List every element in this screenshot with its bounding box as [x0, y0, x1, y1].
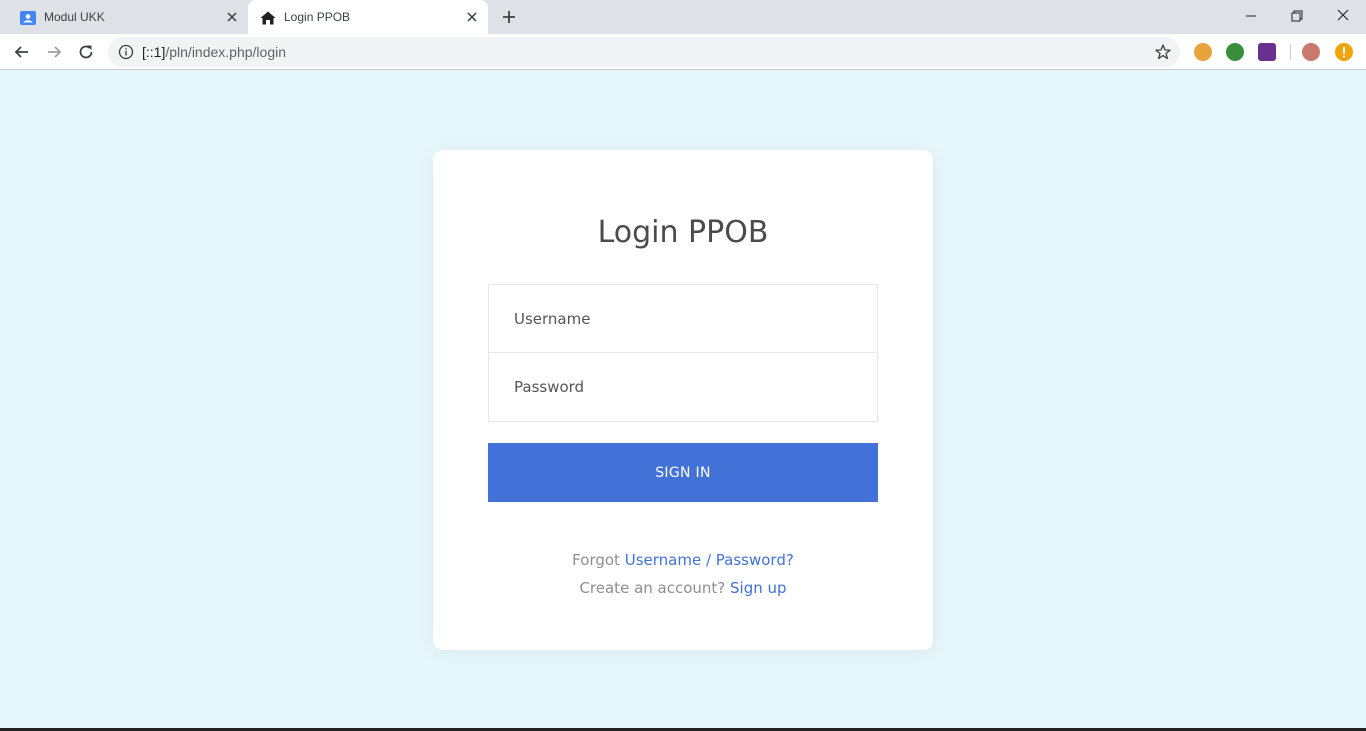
- tab-title: Login PPOB: [284, 10, 351, 24]
- sign-in-button[interactable]: SIGN IN: [488, 443, 878, 502]
- info-icon[interactable]: [118, 44, 134, 60]
- forgot-prefix: Forgot: [572, 551, 620, 569]
- username-input[interactable]: [489, 285, 877, 352]
- extension-icon[interactable]: [1258, 43, 1276, 61]
- close-icon[interactable]: [224, 9, 240, 25]
- bookmark-star-icon[interactable]: [1154, 43, 1172, 61]
- minimize-icon[interactable]: [1241, 6, 1261, 26]
- window-close-icon[interactable]: [1333, 6, 1353, 26]
- new-tab-icon[interactable]: [500, 8, 518, 26]
- tab-modul-ukk[interactable]: Modul UKK: [8, 0, 248, 34]
- create-account-line: Create an account? Sign up: [433, 578, 933, 598]
- username-field-wrapper: [488, 284, 878, 353]
- sign-up-link[interactable]: Sign up: [730, 579, 787, 597]
- cookie-extension-icon[interactable]: [1194, 43, 1212, 61]
- create-prefix: Create an account?: [579, 579, 726, 597]
- back-arrow-icon[interactable]: [12, 42, 32, 62]
- globe-extension-icon[interactable]: [1226, 43, 1244, 61]
- browser-toolbar: [::1]/pln/index.php/login: [0, 34, 1366, 70]
- address-bar[interactable]: [::1]/pln/index.php/login: [108, 37, 1180, 67]
- password-input[interactable]: [489, 353, 877, 421]
- page-title: Login PPOB: [597, 215, 769, 250]
- toolbar-separator: [1290, 44, 1291, 60]
- update-alert-icon[interactable]: [1335, 43, 1353, 61]
- password-field-wrapper: [488, 353, 878, 422]
- browser-tabbar: Modul UKK Login PPOB: [0, 0, 1366, 34]
- close-icon[interactable]: [464, 9, 480, 25]
- profile-avatar-icon[interactable]: [1302, 43, 1320, 61]
- url-text: [::1]/pln/index.php/login: [142, 44, 287, 60]
- home-icon: [260, 10, 276, 26]
- forgot-credentials-link[interactable]: Username / Password?: [625, 551, 794, 569]
- login-card: Login PPOB SIGN IN Forgot Username / Pas…: [433, 150, 933, 650]
- forgot-line: Forgot Username / Password?: [433, 550, 933, 570]
- page-content: Login PPOB SIGN IN Forgot Username / Pas…: [0, 71, 1366, 728]
- reload-icon[interactable]: [76, 42, 96, 62]
- tab-title: Modul UKK: [44, 10, 105, 24]
- tab-login-ppob[interactable]: Login PPOB: [248, 0, 488, 34]
- contact-card-icon: [20, 10, 36, 26]
- forward-arrow-icon[interactable]: [44, 42, 64, 62]
- restore-icon[interactable]: [1287, 6, 1307, 26]
